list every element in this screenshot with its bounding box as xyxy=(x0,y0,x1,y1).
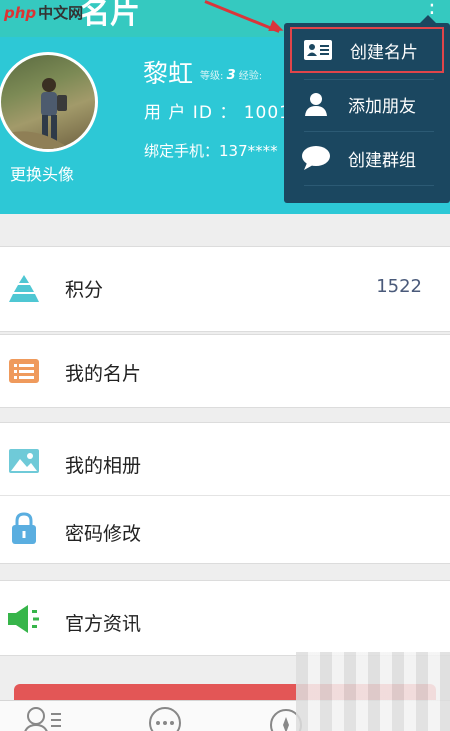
points-value: 1522 xyxy=(376,276,422,297)
user-nickname: 黎虹 xyxy=(143,59,194,88)
person-icon xyxy=(298,92,334,116)
watermark-site: 中文网 xyxy=(38,4,84,22)
level-label: 等级: xyxy=(200,71,224,82)
menu-row-official-news[interactable]: 官方资讯 xyxy=(0,580,450,656)
menu-row-my-album[interactable]: 我的相册 xyxy=(0,423,450,493)
mosaic-watermark xyxy=(296,652,450,731)
row-label: 密码修改 xyxy=(65,523,142,545)
row-label: 我的相册 xyxy=(65,455,142,477)
contacts-icon[interactable] xyxy=(24,707,64,731)
page-title: 名片 xyxy=(80,0,140,31)
watermark-logo: php 中文网 xyxy=(4,2,83,23)
menu-divider xyxy=(304,79,434,80)
user-level: 等级: 3 经验: xyxy=(200,67,262,83)
chat-bubble-icon xyxy=(298,145,334,171)
menu-item-add-friend[interactable]: 添加朋友 xyxy=(290,81,444,127)
menu-row-my-card[interactable]: 我的名片 xyxy=(0,334,450,408)
picture-icon xyxy=(8,445,40,477)
menu-divider xyxy=(304,185,434,186)
chat-icon[interactable] xyxy=(146,707,186,731)
menu-item-create-card[interactable]: 创建名片 xyxy=(290,27,444,73)
menu-item-label: 创建名片 xyxy=(350,42,418,63)
lock-icon xyxy=(8,512,40,544)
pyramid-icon xyxy=(8,273,40,305)
menu-row-points[interactable]: 积分 1522 xyxy=(0,246,450,332)
menu-group-album-password: 我的相册 密码修改 xyxy=(0,422,450,564)
speaker-icon xyxy=(8,603,40,635)
watermark-brand: php xyxy=(4,4,37,22)
dropdown-menu: 创建名片 添加朋友 创建群组 xyxy=(284,15,450,203)
avatar-photo xyxy=(1,78,95,149)
change-avatar-link[interactable]: 更换头像 xyxy=(10,161,74,185)
level-value: 3 xyxy=(226,68,236,83)
bound-phone: 绑定手机：137**** xyxy=(144,142,278,160)
row-label: 积分 xyxy=(65,279,104,301)
menu-row-change-password[interactable]: 密码修改 xyxy=(0,496,450,564)
exp-label: 经验: xyxy=(238,71,263,82)
user-id: 用 户 ID ： 10012 xyxy=(144,103,303,123)
menu-item-create-group[interactable]: 创建群组 xyxy=(290,135,444,181)
avatar[interactable] xyxy=(0,52,98,152)
menu-item-label: 创建群组 xyxy=(348,150,416,171)
menu-item-label: 添加朋友 xyxy=(348,96,416,117)
menu-divider xyxy=(304,131,434,132)
list-card-icon xyxy=(8,355,40,387)
row-label: 我的名片 xyxy=(65,363,142,385)
row-label: 官方资讯 xyxy=(65,613,142,635)
card-icon xyxy=(300,40,336,60)
